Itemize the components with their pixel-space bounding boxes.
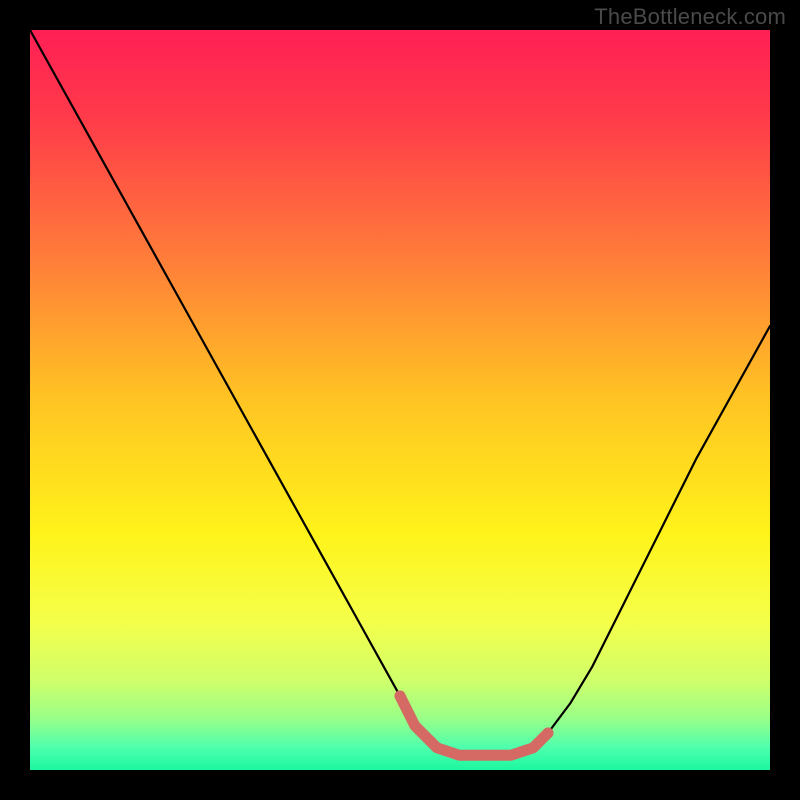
bottleneck-chart bbox=[30, 30, 770, 770]
chart-frame: TheBottleneck.com bbox=[0, 0, 800, 800]
chart-background bbox=[30, 30, 770, 770]
trough-marker-cap bbox=[395, 691, 406, 702]
watermark-text: TheBottleneck.com bbox=[594, 4, 786, 30]
trough-marker-cap bbox=[543, 728, 554, 739]
